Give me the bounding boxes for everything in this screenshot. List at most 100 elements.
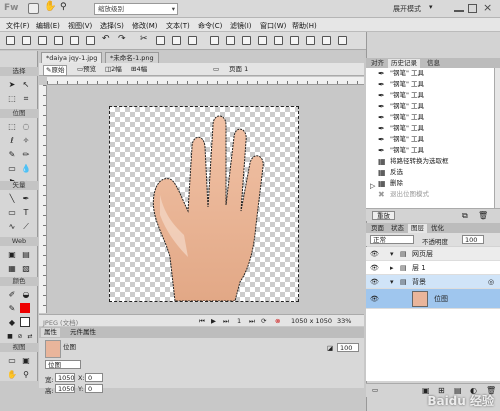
ruler-horizontal[interactable] — [47, 77, 364, 85]
y-field[interactable]: 0 — [85, 384, 103, 393]
cut-icon[interactable]: ✂ — [140, 34, 149, 44]
freeform-tool-icon[interactable]: ∿ — [6, 221, 18, 232]
rectangle-tool-icon[interactable]: ▭ — [6, 207, 18, 218]
full-screen-icon[interactable]: ▣ — [20, 355, 32, 366]
history-item[interactable]: ✒ "钢笔" 工具 — [366, 68, 494, 79]
loop-icon[interactable]: ⟳ — [261, 317, 266, 325]
menu-file[interactable]: 文件(F) — [6, 21, 30, 31]
pointer-tool-icon[interactable]: ➤ — [6, 79, 18, 90]
rotate-icon[interactable] — [322, 36, 331, 45]
join-icon[interactable] — [242, 36, 251, 45]
menu-select[interactable]: 选择(S) — [100, 21, 124, 31]
line-tool-icon[interactable]: ╲ — [6, 193, 18, 204]
chevron-down-icon[interactable]: ▾ — [390, 247, 394, 261]
tab-symbol-properties[interactable]: 元件属性 — [67, 328, 99, 337]
menu-edit[interactable]: 编辑(E) — [36, 21, 60, 31]
first-frame-icon[interactable]: ⏮ — [199, 317, 205, 326]
import-icon[interactable] — [54, 36, 63, 45]
history-item[interactable]: ✒ "钢笔" 工具 — [366, 101, 494, 112]
replay-button[interactable]: 重放 — [372, 211, 395, 220]
width-field[interactable]: 1050 — [55, 373, 75, 382]
layer-row[interactable]: 👁 ▾ ▤ 背景 ◎ — [366, 275, 500, 289]
chevron-right-icon[interactable]: ▸ — [390, 261, 394, 275]
hand-tool-icon[interactable]: ✋ — [6, 369, 18, 380]
next-frame-icon[interactable]: ⏭ — [223, 317, 229, 326]
status-zoom[interactable]: 33% — [337, 317, 351, 325]
menu-view[interactable]: 视图(V) — [68, 21, 92, 31]
trash-icon[interactable]: 🗑 — [478, 211, 488, 220]
history-slider-icon[interactable]: ▷ — [370, 182, 375, 190]
last-frame-icon[interactable]: ⏭ — [249, 317, 255, 326]
tab-properties[interactable]: 属性 — [41, 328, 60, 337]
menu-modify[interactable]: 修改(M) — [132, 21, 158, 31]
eyedropper-tool-icon[interactable]: ✐ — [6, 289, 18, 300]
hand-icon[interactable]: ✋ — [44, 1, 56, 12]
eraser-tool-icon[interactable]: ▭ — [6, 163, 18, 174]
tab-pages[interactable]: 页面 — [368, 224, 387, 233]
open-file-icon[interactable] — [22, 36, 31, 45]
eye-icon[interactable]: 👁 — [370, 275, 379, 289]
layer-row[interactable]: 👁 ▸ ▤ 层 1 — [366, 261, 500, 275]
zoom-tool-icon[interactable]: ⚲ — [20, 369, 32, 380]
opacity-field[interactable]: 100 — [337, 343, 359, 352]
height-field[interactable]: 1050 — [55, 384, 75, 393]
chevron-down-icon[interactable]: ▾ — [429, 3, 433, 11]
history-item[interactable]: ✒ "钢笔" 工具 — [366, 79, 494, 90]
object-name-field[interactable]: 位图 — [45, 360, 81, 369]
layer-row[interactable]: 👁 ▾ ▤ 网页层 — [366, 247, 500, 261]
clipboard-icon[interactable] — [188, 36, 197, 45]
pen-tool-icon[interactable]: ✒ — [20, 193, 32, 204]
layout-icon[interactable] — [28, 3, 39, 14]
scale-tool-icon[interactable]: ⬚ — [6, 93, 18, 104]
undo-icon[interactable]: ↶ — [102, 34, 111, 44]
pencil-tool-icon[interactable]: ✏ — [20, 149, 32, 160]
layer-opacity-field[interactable]: 100 — [462, 235, 484, 244]
tab-info[interactable]: 信息 — [424, 59, 443, 68]
eye-icon[interactable]: 👁 — [370, 292, 379, 306]
slice-tool-icon[interactable]: ▤ — [20, 249, 32, 260]
split-icon[interactable] — [258, 36, 267, 45]
magic-wand-tool-icon[interactable]: ✧ — [20, 135, 32, 146]
tab-states[interactable]: 状态 — [388, 224, 407, 233]
bring-front-icon[interactable] — [290, 36, 299, 45]
show-slices-icon[interactable]: ▧ — [20, 263, 32, 274]
tab-history[interactable]: 历史记录 — [388, 59, 420, 68]
ungroup-icon[interactable] — [226, 36, 235, 45]
view-preview-tab[interactable]: ▭预览 — [77, 65, 96, 74]
x-field[interactable]: 0 — [85, 373, 103, 382]
chevron-down-icon[interactable]: ▾ — [390, 275, 394, 289]
knife-tool-icon[interactable]: ⟋ — [20, 221, 32, 232]
maximize-icon[interactable] — [468, 4, 477, 13]
menu-commands[interactable]: 命令(C) — [198, 21, 222, 31]
history-item[interactable]: ✒ "钢笔" 工具 — [366, 112, 494, 123]
group-icon[interactable] — [210, 36, 219, 45]
blend-mode-select[interactable]: 正常 — [370, 235, 414, 244]
export-icon[interactable] — [70, 36, 79, 45]
history-item[interactable]: ✒ "钢笔" 工具 — [366, 123, 494, 134]
menu-text[interactable]: 文本(T) — [166, 21, 190, 31]
text-tool-icon[interactable]: T — [20, 207, 32, 218]
close-icon[interactable]: × — [483, 1, 492, 14]
swap-colors-icon[interactable]: ⇄ — [24, 331, 36, 342]
fill-color-icon[interactable]: ◆ — [6, 317, 18, 328]
hide-slices-icon[interactable]: ▦ — [6, 263, 18, 274]
doc-tab-daiya[interactable]: *daiya jqy-1.jpg — [41, 52, 103, 63]
copy-steps-icon[interactable]: ⧉ — [462, 211, 468, 221]
menu-filters[interactable]: 滤镜(I) — [230, 21, 252, 31]
standard-screen-icon[interactable]: ▭ — [6, 355, 18, 366]
paint-bucket-tool-icon[interactable]: ◒ — [20, 289, 32, 300]
save-icon[interactable] — [38, 36, 47, 45]
new-file-icon[interactable] — [6, 36, 15, 45]
history-item[interactable]: ✒ "钢笔" 工具 — [366, 145, 494, 156]
history-item[interactable]: ✒ "钢笔" 工具 — [366, 134, 494, 145]
history-item[interactable]: ▦ 反选 — [366, 167, 494, 178]
menu-help[interactable]: 帮助(H) — [292, 21, 317, 31]
stroke-color-icon[interactable]: ✎ — [6, 303, 18, 314]
view-4up-tab[interactable]: ⊞4幅 — [131, 65, 147, 74]
send-back-icon[interactable] — [306, 36, 315, 45]
minimize-icon[interactable] — [454, 10, 464, 12]
ruler-vertical[interactable] — [39, 85, 47, 313]
stop-icon[interactable]: ⊗ — [275, 317, 280, 325]
hotspot-tool-icon[interactable]: ▣ — [6, 249, 18, 260]
menu-window[interactable]: 窗口(W) — [260, 21, 286, 31]
